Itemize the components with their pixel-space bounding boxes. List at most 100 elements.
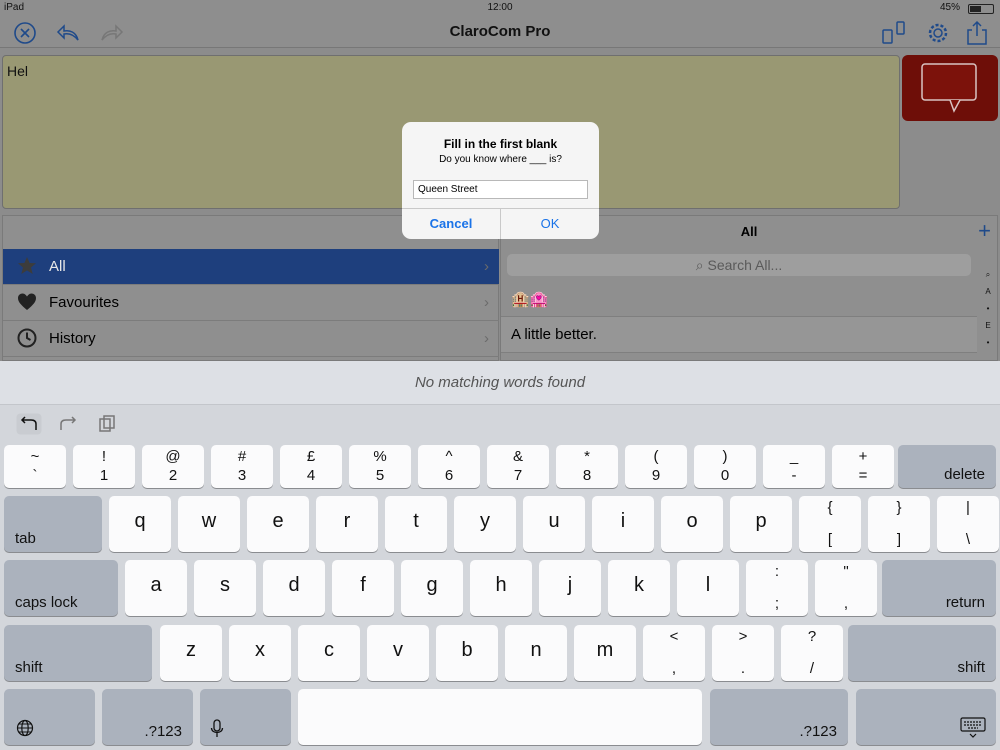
keyboard-paste-icon[interactable]	[94, 413, 120, 435]
key-label: z	[186, 639, 196, 661]
key-z[interactable]: z	[160, 625, 222, 681]
key-k[interactable]: k	[608, 560, 670, 616]
key-row3-9[interactable]: :;	[746, 560, 808, 616]
key-h[interactable]: h	[470, 560, 532, 616]
index-letter[interactable]: •	[979, 334, 997, 351]
chevron-right-icon: ›	[484, 294, 489, 311]
search-input[interactable]: ⌕ Search All...	[507, 254, 971, 276]
key-row2-11[interactable]: }]	[868, 496, 930, 552]
key-row1-11[interactable]: _ -	[763, 445, 825, 488]
key-label: y	[480, 510, 490, 532]
key-label: f	[360, 574, 366, 596]
key-row4-8[interactable]: >.	[712, 625, 774, 681]
key-r[interactable]: r	[316, 496, 378, 552]
key-m[interactable]: m	[574, 625, 636, 681]
numbers-key-left[interactable]: .?123	[102, 689, 193, 745]
numbers-key-right[interactable]: .?123	[710, 689, 848, 745]
category-all[interactable]: All ›	[3, 249, 499, 285]
key-c[interactable]: c	[298, 625, 360, 681]
hide-keyboard-key[interactable]	[856, 689, 996, 745]
device-switch-icon[interactable]	[881, 20, 907, 46]
key-d[interactable]: d	[263, 560, 325, 616]
blank-answer-input[interactable]: Queen Street	[413, 180, 588, 199]
key-q[interactable]: q	[109, 496, 171, 552]
add-phrase-button[interactable]: +	[978, 218, 991, 244]
key-row2-12[interactable]: | \	[937, 496, 999, 552]
search-icon: ⌕	[695, 257, 704, 273]
list-item[interactable]: 🏨🏩	[501, 281, 977, 317]
key-y[interactable]: y	[454, 496, 516, 552]
gear-icon[interactable]	[925, 20, 951, 46]
index-search-icon[interactable]: ⌕	[979, 266, 997, 283]
category-history[interactable]: History ›	[3, 321, 499, 357]
key-row1-9[interactable]: (9	[625, 445, 687, 488]
keyboard-dismiss-icon	[960, 717, 986, 738]
keyboard-redo-icon[interactable]	[55, 413, 81, 435]
key-u[interactable]: u	[523, 496, 585, 552]
key-w[interactable]: w	[178, 496, 240, 552]
key-row4-9[interactable]: ? /	[781, 625, 843, 681]
key-label: 3	[237, 467, 247, 484]
category-favourites[interactable]: Favourites ›	[3, 285, 499, 321]
cancel-button[interactable]: Cancel	[402, 208, 500, 239]
keyboard-undo-icon[interactable]	[16, 413, 42, 435]
key-t[interactable]: t	[385, 496, 447, 552]
key-row1-8[interactable]: * 8	[556, 445, 618, 488]
key-label: ;	[774, 595, 780, 612]
index-letter[interactable]: E	[979, 317, 997, 334]
key-e[interactable]: e	[247, 496, 309, 552]
key-shift-label: ?	[807, 628, 817, 645]
key-label: g	[426, 574, 438, 596]
key-row1-1[interactable]: ! 1	[73, 445, 135, 488]
key-row3-10[interactable]: ",	[815, 560, 877, 616]
key-x[interactable]: x	[229, 625, 291, 681]
key-p[interactable]: p	[730, 496, 792, 552]
key-row1-10[interactable]: ) 0	[694, 445, 756, 488]
key-row1-5[interactable]: % 5	[349, 445, 411, 488]
key-row4-7[interactable]: <,	[643, 625, 705, 681]
category-label: Favourites	[49, 294, 120, 311]
key-v[interactable]: v	[367, 625, 429, 681]
key-row1-2[interactable]: @2	[142, 445, 204, 488]
key-f[interactable]: f	[332, 560, 394, 616]
key-o[interactable]: o	[661, 496, 723, 552]
globe-key[interactable]	[4, 689, 95, 745]
key-b[interactable]: b	[436, 625, 498, 681]
shift-right-key[interactable]: shift	[848, 625, 996, 681]
caps-lock-key[interactable]: caps lock	[4, 560, 118, 616]
tab-key[interactable]: tab	[4, 496, 102, 552]
key-a[interactable]: a	[125, 560, 187, 616]
key-n[interactable]: n	[505, 625, 567, 681]
key-row1-7[interactable]: & 7	[487, 445, 549, 488]
key-l[interactable]: l	[677, 560, 739, 616]
speak-button[interactable]	[902, 55, 998, 121]
key-row1-12[interactable]: + =	[832, 445, 894, 488]
key-row1-4[interactable]: £4	[280, 445, 342, 488]
key-label: /	[809, 660, 815, 677]
key-shift-label: £	[306, 448, 316, 465]
delete-key[interactable]: delete	[898, 445, 996, 488]
key-g[interactable]: g	[401, 560, 463, 616]
share-icon[interactable]	[964, 20, 990, 46]
battery-icon	[968, 4, 994, 14]
shift-left-key[interactable]: shift	[4, 625, 152, 681]
index-letter[interactable]: •	[979, 300, 997, 317]
key-row2-10[interactable]: {[	[799, 496, 861, 552]
fill-blank-dialog: Fill in the first blank Do you know wher…	[402, 122, 599, 239]
key-row1-6[interactable]: ^ 6	[418, 445, 480, 488]
key-j[interactable]: j	[539, 560, 601, 616]
key-label: [	[827, 531, 833, 548]
chevron-right-icon: ›	[484, 258, 489, 275]
dictation-key[interactable]	[200, 689, 291, 745]
section-index[interactable]: ⌕ A • E •	[979, 266, 997, 351]
key-row1-0[interactable]: ~ `	[4, 445, 66, 488]
space-bar[interactable]	[298, 689, 702, 745]
key-label: `	[32, 467, 38, 484]
key-i[interactable]: i	[592, 496, 654, 552]
key-row1-3[interactable]: #3	[211, 445, 273, 488]
list-item[interactable]: A little better.	[501, 317, 977, 353]
return-key[interactable]: return	[882, 560, 996, 616]
key-s[interactable]: s	[194, 560, 256, 616]
ok-button[interactable]: OK	[501, 208, 599, 239]
index-letter[interactable]: A	[979, 283, 997, 300]
